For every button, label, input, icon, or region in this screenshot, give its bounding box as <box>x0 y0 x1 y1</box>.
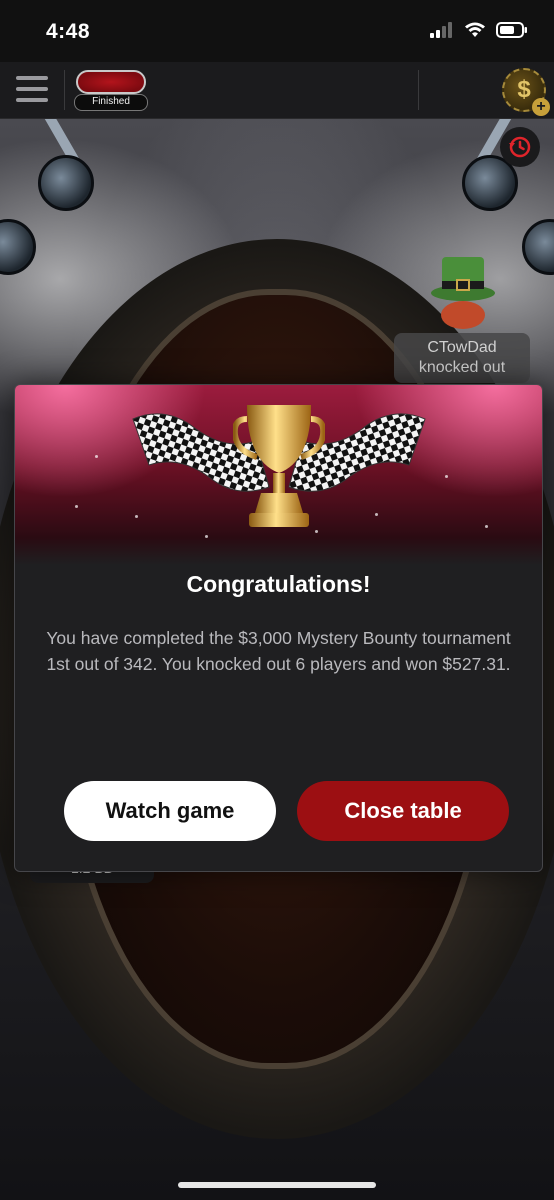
status-bar: 4:48 <box>0 0 554 62</box>
knocked-out-notice: CTowDad knocked out <box>394 333 530 383</box>
signal-icon <box>430 22 452 38</box>
player-avatar[interactable] <box>428 249 498 329</box>
table-thumbnail-icon <box>76 70 146 94</box>
top-nav: Finished $ + <box>0 62 554 119</box>
dialog-title: Congratulations! <box>186 571 371 597</box>
table-tab[interactable]: Finished <box>72 68 150 111</box>
battery-icon <box>496 22 527 38</box>
celebration-banner <box>15 385 542 565</box>
dollar-chip-icon: $ <box>517 76 531 103</box>
nav-divider <box>418 70 419 110</box>
status-time: 4:48 <box>46 20 91 43</box>
knocked-out-status: knocked out <box>418 359 506 376</box>
hand-history-button[interactable] <box>500 127 540 167</box>
history-clock-icon <box>509 136 531 158</box>
home-indicator[interactable] <box>178 1182 376 1188</box>
table-tab-label: Finished <box>74 94 148 111</box>
spotlight-icon <box>522 219 554 275</box>
dialog-message: You have completed the $3,000 Mystery Bo… <box>46 628 511 674</box>
close-table-button[interactable]: Close table <box>297 781 509 841</box>
plus-icon: + <box>532 98 550 116</box>
trophy-icon <box>233 405 325 527</box>
spotlight-icon <box>38 155 94 211</box>
watch-game-button[interactable]: Watch game <box>64 781 276 841</box>
hamburger-menu-icon[interactable] <box>16 72 48 106</box>
nav-divider <box>64 70 65 110</box>
tournament-result-dialog: Congratulations! You have completed the … <box>14 384 543 872</box>
cashier-button[interactable]: $ + <box>502 68 550 116</box>
status-icons <box>430 22 528 38</box>
player-name: CTowDad <box>427 339 497 356</box>
spotlight-icon <box>0 219 36 275</box>
wifi-icon <box>465 22 485 37</box>
